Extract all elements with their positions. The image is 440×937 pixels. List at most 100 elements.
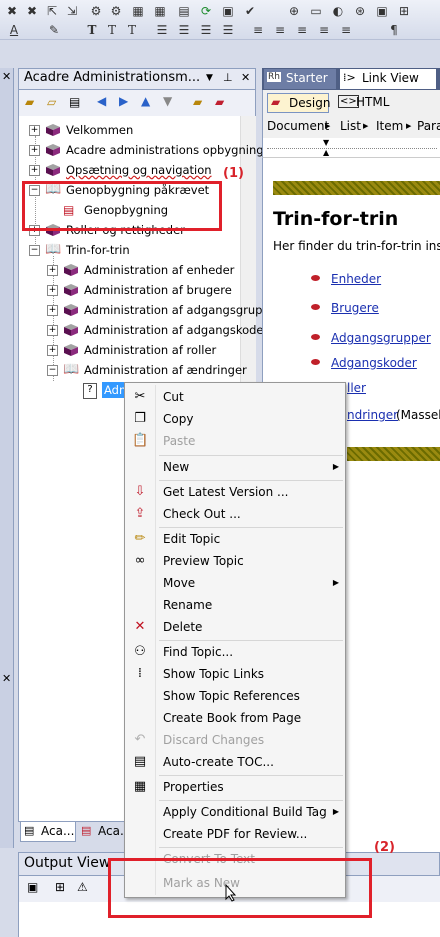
- html-button[interactable]: <> HTML: [335, 93, 395, 113]
- pin-icon[interactable]: ⊥: [223, 71, 233, 84]
- expand-icon[interactable]: +: [29, 165, 40, 176]
- toolbar-icon[interactable]: ⊞: [396, 3, 412, 19]
- collapse-icon[interactable]: −: [47, 365, 58, 376]
- align-center-icon[interactable]: ☰: [176, 22, 192, 38]
- expand-icon[interactable]: +: [47, 305, 58, 316]
- menu-item-apply-conditional-build-tag[interactable]: Apply Conditional Build Tag ▶: [125, 801, 345, 823]
- toolbar-icon[interactable]: ◐: [330, 3, 346, 19]
- menu-item-preview-topic[interactable]: ∞ Preview Topic: [125, 550, 345, 572]
- menu-item-show-topic-references[interactable]: Show Topic References: [125, 685, 345, 707]
- list-icon[interactable]: ≡: [272, 22, 288, 38]
- expand-icon[interactable]: +: [47, 285, 58, 296]
- toolbar-icon[interactable]: ▦: [130, 3, 146, 19]
- menu-item-show-topic-links[interactable]: ⁞ Show Topic Links: [125, 663, 345, 685]
- toolbar-icon[interactable]: ✖: [4, 3, 20, 19]
- font-color-icon[interactable]: A: [6, 22, 22, 38]
- arrow-left-icon[interactable]: ◀: [97, 94, 106, 108]
- save-icon[interactable]: ▣: [27, 880, 38, 894]
- left-strip: ✕ ✕: [0, 68, 14, 848]
- tab-starter[interactable]: Rh Starter: [264, 69, 336, 89]
- tab[interactable]: ▤ Aca...: [20, 822, 76, 842]
- text-style-icon[interactable]: T: [104, 22, 120, 38]
- toolbar-icon[interactable]: ▣: [220, 3, 236, 19]
- paragraph-icon[interactable]: ¶: [386, 22, 402, 38]
- toolbar-icon[interactable]: ⊛: [352, 3, 368, 19]
- menu-item-copy[interactable]: ❐ Copy: [125, 408, 345, 430]
- highlight-icon[interactable]: ✎: [46, 22, 62, 38]
- toolbar-icon[interactable]: ⚙: [108, 3, 124, 19]
- menu-item-edit-topic[interactable]: ✏ Edit Topic: [125, 528, 345, 550]
- link-adgangskoder[interactable]: Adgangskoder: [331, 356, 417, 370]
- collapse-icon[interactable]: −: [29, 245, 40, 256]
- menu-item-cut[interactable]: ✂ Cut: [125, 386, 345, 408]
- list-icon[interactable]: ≡: [250, 22, 266, 38]
- link-aendringer[interactable]: ndringer: [347, 408, 398, 422]
- expand-icon[interactable]: +: [47, 265, 58, 276]
- toolbar-icon[interactable]: ✔: [242, 3, 258, 19]
- menu-item-create-book-from-page[interactable]: Create Book from Page: [125, 707, 345, 729]
- link-enheder[interactable]: Enheder: [331, 272, 381, 286]
- list-icon[interactable]: ≡: [316, 22, 332, 38]
- ruler-marker-icon[interactable]: ▼: [323, 138, 329, 147]
- align-right-icon[interactable]: ☰: [198, 22, 214, 38]
- bullet-icon: [311, 275, 320, 281]
- menu-item-get-latest-version[interactable]: ⇩ Get Latest Version ...: [125, 481, 345, 503]
- grid-icon[interactable]: ⊞: [55, 880, 65, 894]
- menu-para[interactable]: Para: [417, 119, 440, 133]
- menu-item-check-out[interactable]: ⇪ Check Out ...: [125, 503, 345, 525]
- menu-item-auto-create-toc[interactable]: ▤ Auto-create TOC...: [125, 751, 345, 773]
- list-icon[interactable]: ≡: [294, 22, 310, 38]
- toolbar-icon[interactable]: ▣: [374, 3, 390, 19]
- menu-document[interactable]: Document: [267, 119, 329, 133]
- menu-item[interactable]: Item: [376, 119, 403, 133]
- dropdown-icon[interactable]: ▼: [206, 73, 213, 83]
- menu-item-create-pdf-for-review[interactable]: Create PDF for Review...: [125, 823, 345, 845]
- expand-icon[interactable]: +: [47, 325, 58, 336]
- arrow-up-icon[interactable]: ▲: [141, 94, 150, 108]
- menu-item-properties[interactable]: ▦ Properties: [125, 776, 345, 798]
- book-icon[interactable]: ▰: [215, 95, 224, 109]
- menu-item-delete[interactable]: ✕ Delete: [125, 616, 345, 638]
- expand-icon[interactable]: +: [47, 345, 58, 356]
- menu-item-rename[interactable]: Rename: [125, 594, 345, 616]
- toolbar-icon[interactable]: ▤: [176, 3, 192, 19]
- toolbar-icon[interactable]: ✖: [24, 3, 40, 19]
- link-adgangsgrupper[interactable]: Adgangsgrupper: [331, 331, 431, 345]
- toolbar-icon[interactable]: ⊕: [286, 3, 302, 19]
- menu-item-find-topic[interactable]: ⚇ Find Topic...: [125, 641, 345, 663]
- toolbar-icon[interactable]: ▭: [308, 3, 324, 19]
- link-roller[interactable]: ller: [347, 381, 366, 395]
- tab-link-view[interactable]: ⁞> Link View: [340, 69, 436, 89]
- expand-icon[interactable]: +: [29, 125, 40, 136]
- align-left-icon[interactable]: ☰: [154, 22, 170, 38]
- toolbar-icon[interactable]: ⇱: [44, 3, 60, 19]
- toolbar-icon[interactable]: ▦: [152, 3, 168, 19]
- ruler-marker-icon[interactable]: ▲: [323, 148, 329, 157]
- justify-icon[interactable]: ☰: [220, 22, 236, 38]
- close-icon[interactable]: ✕: [2, 70, 11, 83]
- toolbar-icon[interactable]: ⚙: [88, 3, 104, 19]
- list-icon[interactable]: ≡: [338, 22, 354, 38]
- close-icon[interactable]: ✕: [241, 71, 250, 84]
- link-view-icon: ⁞>: [343, 71, 356, 84]
- book-icon[interactable]: ▰: [193, 95, 202, 109]
- toolbar-icon[interactable]: ⇲: [64, 3, 80, 19]
- ruler[interactable]: ▼ ▲: [262, 138, 440, 158]
- close-icon[interactable]: ✕: [2, 672, 11, 685]
- toc-icon[interactable]: ▤: [69, 95, 80, 109]
- warning-icon[interactable]: ⚠: [77, 880, 88, 894]
- expand-icon[interactable]: +: [29, 145, 40, 156]
- menu-item-move[interactable]: Move ▶: [125, 572, 345, 594]
- menu-list[interactable]: List: [340, 119, 361, 133]
- new-page-icon[interactable]: ▱: [47, 95, 56, 109]
- new-book-icon[interactable]: ▰: [25, 95, 34, 109]
- arrow-down-icon[interactable]: ▼: [163, 94, 172, 108]
- refresh-icon[interactable]: ⟳: [198, 3, 214, 19]
- link-brugere[interactable]: Brugere: [331, 301, 379, 315]
- design-button[interactable]: ▰ Design: [267, 93, 330, 113]
- arrow-right-icon[interactable]: ▶: [119, 94, 128, 108]
- menu-item-new[interactable]: New ▶: [125, 456, 345, 478]
- text-style-icon[interactable]: T: [84, 22, 100, 38]
- text-style-icon[interactable]: T: [124, 22, 140, 38]
- book-icon: [64, 304, 78, 316]
